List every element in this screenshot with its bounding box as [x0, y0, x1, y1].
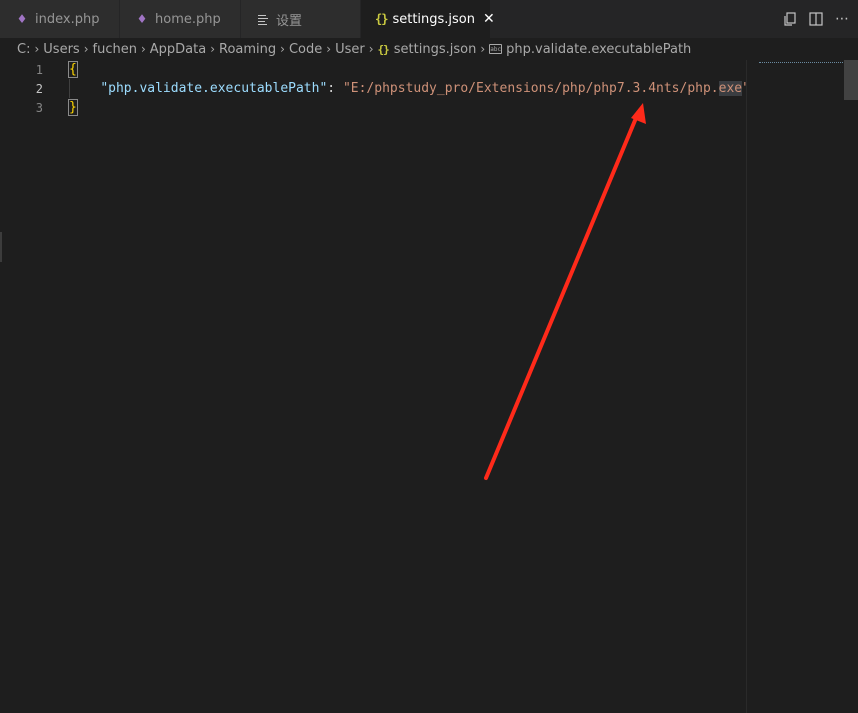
breadcrumb-item[interactable]: AppData [150, 42, 206, 57]
breadcrumb-item[interactable]: Roaming [219, 42, 276, 57]
open-changes-icon[interactable] [782, 11, 798, 27]
breadcrumb-item[interactable]: fuchen [93, 42, 137, 57]
breadcrumb-symbol[interactable]: abc php.validate.executablePath [489, 42, 691, 57]
line-number: 3 [35, 100, 43, 115]
settings-list-icon [255, 13, 271, 25]
breadcrumb-item[interactable]: User [335, 42, 365, 57]
breadcrumb-item[interactable]: C: [17, 42, 30, 57]
chevron-right-icon: › [326, 42, 332, 56]
editor-actions: ⋯ [782, 0, 850, 38]
json-key: "php.validate.executablePath" [100, 81, 328, 96]
tab-settings-ui[interactable]: 设置 [241, 0, 361, 38]
php-elephant-icon: ♦ [136, 12, 148, 26]
code-line[interactable]: 3 } [0, 98, 746, 117]
string-symbol-icon: abc [489, 44, 503, 54]
tab-label: settings.json [392, 11, 476, 27]
line-content: { [68, 61, 78, 78]
minimap-code-preview [759, 62, 843, 63]
tab-label: 设置 [276, 13, 303, 29]
json-braces-icon: {} [375, 12, 388, 26]
chevron-right-icon: › [210, 42, 216, 56]
chevron-right-icon: › [480, 42, 486, 56]
chevron-right-icon: › [83, 42, 89, 56]
breadcrumb-item[interactable]: Users [43, 42, 79, 57]
breadcrumb-item[interactable]: Code [289, 42, 322, 57]
selected-text: exe [718, 81, 743, 96]
line-number: 2 [35, 81, 43, 96]
line-content: "php.validate.executablePath": "E:/phpst… [100, 81, 750, 96]
line-number: 1 [35, 62, 43, 77]
chevron-right-icon: › [368, 42, 374, 56]
breadcrumb-file[interactable]: {} settings.json [378, 42, 477, 57]
line-content: } [68, 99, 78, 116]
code-line-current[interactable]: 2 "php.validate.executablePath": "E:/php… [0, 79, 750, 98]
code-line[interactable]: 1 { [0, 60, 746, 79]
sash-edge [0, 232, 2, 262]
more-actions-icon[interactable]: ⋯ [834, 11, 850, 27]
editor-tab-bar: ♦ index.php ♦ home.php 设置 {} settings.js… [0, 0, 858, 38]
chevron-right-icon: › [140, 42, 146, 56]
split-editor-icon[interactable] [808, 11, 824, 27]
minimap[interactable] [746, 60, 858, 713]
scrollbar-thumb[interactable] [844, 60, 858, 100]
chevron-right-icon: › [34, 42, 40, 56]
close-icon[interactable]: ✕ [483, 11, 495, 27]
breadcrumb: C: › Users › fuchen › AppData › Roaming … [0, 38, 858, 60]
tab-label: home.php [155, 11, 221, 27]
close-brace: } [68, 99, 78, 116]
chevron-right-icon: › [280, 42, 285, 56]
tab-label: index.php [35, 11, 100, 27]
open-brace: { [68, 61, 78, 78]
tab-index-php[interactable]: ♦ index.php [0, 0, 120, 38]
php-elephant-icon: ♦ [16, 12, 28, 26]
json-braces-icon: {} [377, 42, 390, 56]
code-editor[interactable]: 1 { 2 "php.validate.executablePath": "E:… [0, 60, 750, 713]
tab-home-php[interactable]: ♦ home.php [120, 0, 241, 38]
vertical-scrollbar[interactable] [844, 60, 858, 713]
json-string-value: "E:/phpstudy_pro/Extensions/php/php7.3.4… [342, 81, 719, 96]
tab-settings-json[interactable]: {} settings.json ✕ [361, 0, 495, 38]
